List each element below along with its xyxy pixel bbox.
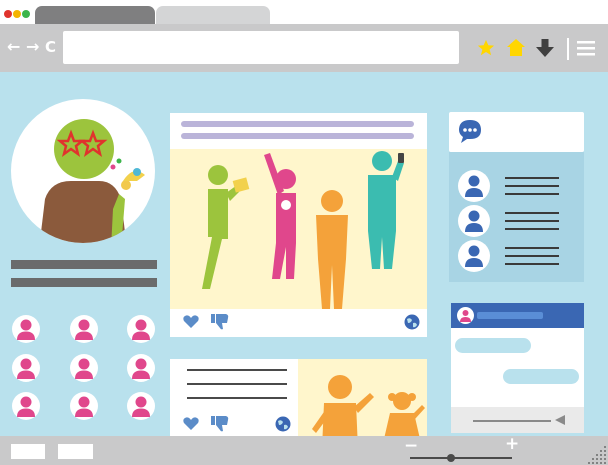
chat-bubble-icon — [459, 120, 481, 143]
contact-text-line — [505, 247, 559, 249]
contacts-list — [449, 152, 584, 282]
person-with-star-glasses-icon — [39, 119, 145, 243]
friend-avatar[interactable] — [70, 392, 98, 420]
post-card — [170, 359, 427, 436]
minimize-window-button[interactable] — [13, 10, 21, 18]
friend-avatar[interactable] — [127, 315, 155, 343]
user-icon — [465, 245, 483, 267]
friend-avatar[interactable] — [12, 315, 40, 343]
contact-avatar[interactable] — [458, 170, 490, 202]
friend-avatar[interactable] — [12, 392, 40, 420]
toolbar-separator — [567, 38, 569, 60]
back-button[interactable]: ← — [7, 37, 20, 57]
contact-text-line — [505, 263, 559, 265]
post-text — [170, 359, 298, 436]
user-icon — [75, 396, 93, 417]
post-actions — [170, 309, 427, 337]
browser-window: ← → C − + — [0, 0, 608, 465]
post-image[interactable] — [170, 149, 427, 309]
address-bar[interactable] — [63, 31, 459, 64]
star-icon[interactable] — [477, 39, 495, 57]
message-window-header[interactable] — [451, 303, 584, 328]
dislike-icon[interactable] — [211, 314, 229, 330]
post-image[interactable] — [298, 359, 427, 436]
user-icon — [17, 396, 35, 417]
adult-and-child-waving-illustration — [312, 375, 425, 436]
post-card — [170, 113, 427, 337]
contact-avatar[interactable] — [458, 240, 490, 272]
user-icon — [132, 319, 150, 340]
share-globe-icon[interactable] — [404, 314, 420, 330]
profile-name-placeholder — [11, 260, 157, 269]
friend-avatar[interactable] — [12, 354, 40, 382]
close-window-button[interactable] — [4, 10, 12, 18]
tab-inactive[interactable] — [156, 6, 270, 25]
friend-avatar[interactable] — [70, 354, 98, 382]
friend-avatar[interactable] — [70, 315, 98, 343]
forward-button[interactable]: → — [26, 37, 39, 57]
zoom-out-button[interactable]: − — [404, 436, 418, 456]
zoom-in-button[interactable]: + — [505, 434, 519, 454]
user-icon — [132, 358, 150, 379]
friend-avatar[interactable] — [127, 354, 155, 382]
contact-avatar[interactable] — [458, 205, 490, 237]
status-bar: − + — [0, 434, 608, 465]
user-icon — [75, 319, 93, 340]
post-title-placeholder — [181, 121, 414, 127]
like-icon[interactable] — [183, 315, 199, 328]
friend-avatar[interactable] — [127, 392, 155, 420]
contact-text-line — [505, 220, 559, 222]
user-icon — [457, 307, 474, 324]
status-box — [58, 444, 93, 459]
zoom-slider-track[interactable] — [410, 457, 512, 459]
post-text-placeholder — [181, 133, 414, 139]
user-icon — [75, 358, 93, 379]
profile-subtitle-placeholder — [11, 278, 157, 287]
user-icon — [132, 396, 150, 417]
chat-header[interactable] — [449, 112, 584, 152]
maximize-window-button[interactable] — [22, 10, 30, 18]
contact-text-line — [505, 177, 559, 179]
send-icon[interactable] — [555, 415, 565, 425]
contact-text-line — [505, 185, 559, 187]
message-input[interactable] — [451, 407, 584, 433]
like-icon[interactable] — [183, 417, 199, 430]
text-line — [187, 397, 287, 399]
tab-active[interactable] — [35, 6, 155, 25]
contact-text-line — [505, 193, 559, 195]
message-bubble-received — [455, 338, 531, 353]
resize-grip-icon[interactable] — [588, 444, 608, 465]
reload-button[interactable]: C — [45, 37, 56, 57]
profile-avatar[interactable] — [11, 99, 155, 243]
dislike-icon[interactable] — [211, 416, 229, 432]
share-globe-icon[interactable] — [275, 416, 291, 432]
message-bubble-sent — [503, 369, 579, 384]
contact-text-line — [505, 255, 559, 257]
home-icon[interactable] — [506, 38, 526, 58]
message-window — [451, 303, 584, 433]
browser-toolbar: ← → C — [0, 24, 608, 72]
people-dancing-illustration — [202, 151, 404, 309]
tab-strip — [0, 0, 608, 25]
page-viewport — [0, 72, 608, 436]
contact-text-line — [505, 212, 559, 214]
user-icon — [17, 319, 35, 340]
menu-icon[interactable] — [577, 40, 595, 56]
contact-text-line — [505, 228, 559, 230]
status-box — [11, 444, 45, 459]
user-icon — [17, 358, 35, 379]
user-icon — [465, 175, 483, 197]
input-caret-line — [473, 420, 551, 422]
contact-name-placeholder — [477, 312, 543, 319]
user-icon — [465, 210, 483, 232]
download-icon[interactable] — [536, 38, 554, 58]
text-line — [187, 369, 287, 371]
text-line — [187, 383, 287, 385]
zoom-slider-handle[interactable] — [446, 454, 455, 462]
